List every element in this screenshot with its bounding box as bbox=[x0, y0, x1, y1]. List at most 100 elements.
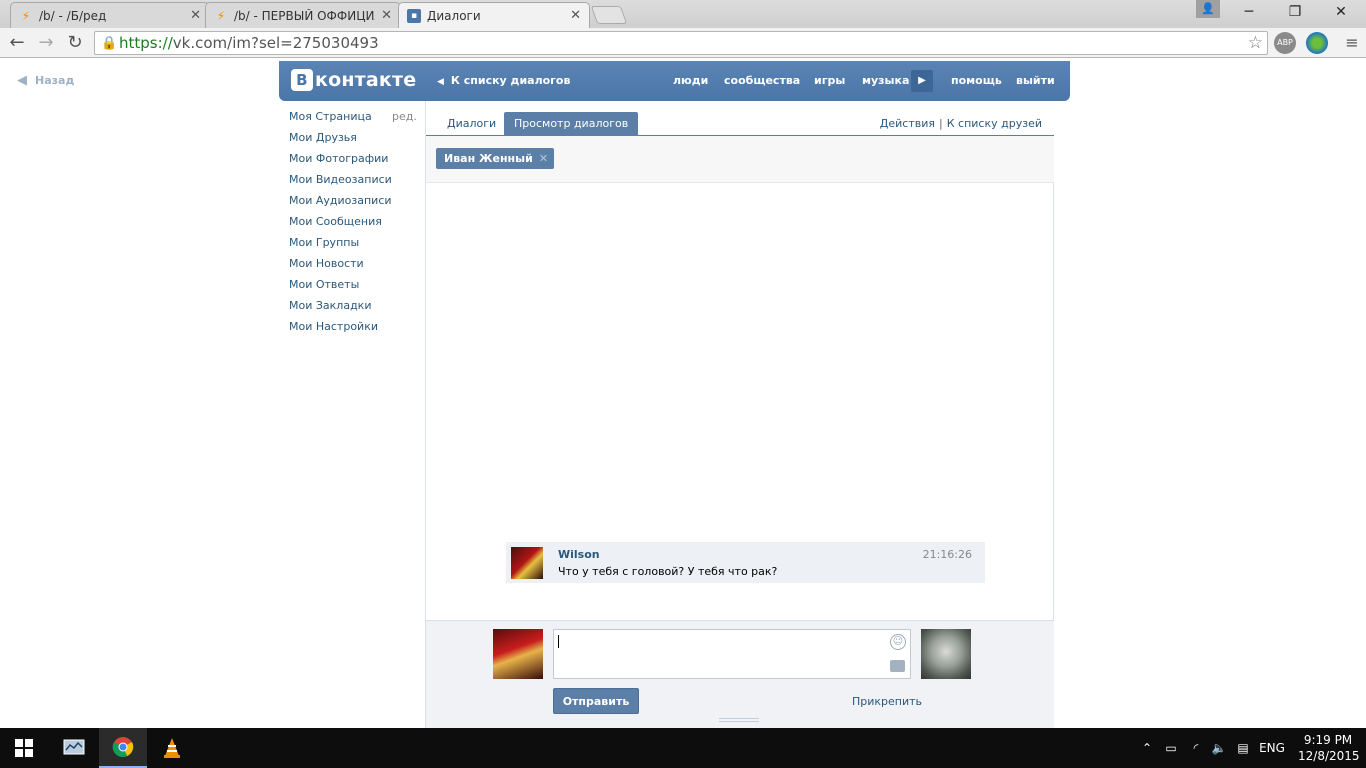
bolt-icon: ⚡ bbox=[21, 8, 31, 23]
chevron-up-icon[interactable]: ⌃ bbox=[1138, 728, 1156, 768]
nav-games[interactable]: игры bbox=[814, 74, 845, 87]
resize-handle[interactable] bbox=[719, 718, 759, 722]
clock[interactable]: 9:19 PM 12/8/2015 bbox=[1298, 732, 1360, 764]
nav-music[interactable]: музыка bbox=[862, 74, 909, 87]
back-to-dialogs-link[interactable]: ◀ К списку диалогов bbox=[437, 74, 570, 87]
message-composer: ☺ Отправить Прикрепить bbox=[426, 620, 1054, 728]
actions-links: Действия | К списку друзей bbox=[880, 117, 1042, 130]
close-window-button[interactable]: ✕ bbox=[1318, 0, 1364, 24]
browser-tab-1[interactable]: ⚡ /b/ - /Б/ред ✕ bbox=[10, 2, 210, 28]
nav-people[interactable]: люди bbox=[673, 74, 708, 87]
minimize-button[interactable]: ─ bbox=[1226, 0, 1272, 24]
address-bar[interactable]: 🔒 https://vk.com/im?sel=275030493 ☆ bbox=[94, 31, 1268, 55]
smiley-icon[interactable]: ☺ bbox=[890, 634, 906, 650]
avatar[interactable] bbox=[511, 547, 543, 579]
side-menu-item[interactable]: Мои Группы bbox=[289, 236, 419, 257]
side-menu-item[interactable]: Мои Друзья bbox=[289, 131, 419, 152]
vk-logo[interactable]: B контакте bbox=[291, 69, 416, 91]
peer-name: Иван Женный bbox=[444, 152, 533, 165]
side-menu-item[interactable]: Мои Настройки bbox=[289, 320, 419, 341]
browser-toolbar: ← → ↻ 🔒 https://vk.com/im?sel=275030493 … bbox=[0, 28, 1366, 58]
my-avatar[interactable] bbox=[493, 629, 543, 679]
side-menu-item[interactable]: Мои Новости bbox=[289, 257, 419, 278]
browser-tab-2[interactable]: ⚡ /b/ - ПЕРВЫЙ ОФФИЦИА ✕ bbox=[205, 2, 401, 28]
new-tab-button[interactable] bbox=[590, 6, 628, 24]
text-caret bbox=[558, 635, 559, 648]
tab-title: /b/ - ПЕРВЫЙ ОФФИЦИА bbox=[234, 8, 376, 23]
side-menu-item[interactable]: Моя Страница ред. bbox=[289, 110, 419, 131]
forward-arrow-icon[interactable]: → bbox=[35, 32, 57, 54]
back-arrow-icon[interactable]: ← bbox=[6, 32, 28, 54]
globe-extension-icon[interactable] bbox=[1306, 32, 1328, 54]
nav-logout[interactable]: выйти bbox=[1016, 74, 1055, 87]
side-menu-item[interactable]: Мои Видеозаписи bbox=[289, 173, 419, 194]
url-path: vk.com/im?sel=275030493 bbox=[172, 34, 379, 52]
peer-avatar[interactable] bbox=[921, 629, 971, 679]
send-button[interactable]: Отправить bbox=[553, 688, 639, 714]
message-time: 21:16:26 bbox=[922, 548, 972, 561]
side-menu-item[interactable]: Мои Аудиозаписи bbox=[289, 194, 419, 215]
nav-help[interactable]: помощь bbox=[951, 74, 1002, 87]
message-author[interactable]: Wilson bbox=[558, 548, 600, 561]
volume-icon[interactable]: 🔈 bbox=[1208, 728, 1230, 768]
message-item: Wilson Что у тебя с головой? У тебя что … bbox=[506, 542, 985, 583]
notifications-icon[interactable]: ▤ bbox=[1232, 728, 1254, 768]
task-manager-icon[interactable] bbox=[50, 728, 98, 768]
back-triangle-icon: ◀ bbox=[17, 73, 27, 88]
language-indicator[interactable]: ENG bbox=[1256, 728, 1288, 768]
adblock-icon[interactable]: ABP bbox=[1274, 32, 1296, 54]
power-icon[interactable]: ▭ bbox=[1160, 728, 1182, 768]
separator: | bbox=[939, 117, 943, 130]
vk-icon: ▪ bbox=[407, 8, 421, 23]
profile-icon[interactable]: 👤 bbox=[1196, 0, 1220, 18]
friends-list-link[interactable]: К списку друзей bbox=[947, 117, 1042, 130]
play-icon[interactable]: ▶ bbox=[911, 70, 933, 92]
peer-chip[interactable]: Иван Женный ✕ bbox=[436, 148, 555, 169]
taskbar: ⌃ ▭ ◜ 🔈 ▤ ENG 9:19 PM 12/8/2015 bbox=[0, 728, 1366, 768]
vk-logo-text: контакте bbox=[315, 69, 417, 91]
back-link[interactable]: ◀ Назад bbox=[17, 73, 74, 88]
side-menu: Моя Страница ред. Мои Друзья Мои Фотограф… bbox=[289, 110, 419, 341]
restore-button[interactable]: ❐ bbox=[1272, 0, 1318, 24]
lock-icon: 🔒 bbox=[101, 36, 118, 51]
dialog-panel: Диалоги Просмотр диалогов Действия | К спи… bbox=[425, 101, 1054, 728]
tab-dialogs[interactable]: Диалоги bbox=[437, 112, 506, 136]
tab-title: /b/ - /Б/ред bbox=[39, 8, 107, 23]
camera-icon[interactable] bbox=[890, 660, 905, 672]
side-menu-label: Моя Страница bbox=[289, 110, 372, 123]
tab-title: Диалоги bbox=[427, 8, 481, 23]
clock-time: 9:19 PM bbox=[1303, 733, 1353, 747]
chrome-menu-icon[interactable]: ≡ bbox=[1344, 33, 1360, 52]
side-menu-item[interactable]: Мои Закладки bbox=[289, 299, 419, 320]
back-link-label: Назад bbox=[35, 74, 75, 87]
close-tab-icon[interactable]: ✕ bbox=[190, 8, 201, 23]
actions-link[interactable]: Действия bbox=[880, 117, 935, 130]
remove-peer-icon[interactable]: ✕ bbox=[539, 148, 548, 169]
chrome-icon[interactable] bbox=[99, 728, 147, 768]
attach-link[interactable]: Прикрепить bbox=[852, 695, 922, 708]
peer-bar: Иван Женный ✕ bbox=[426, 136, 1054, 183]
page: ◀ Назад B контакте ◀ К списку диалогов лю… bbox=[0, 59, 1366, 728]
reload-icon[interactable]: ↻ bbox=[64, 32, 86, 54]
browser-tab-3[interactable]: ▪ Диалоги ✕ bbox=[398, 2, 590, 28]
side-menu-item[interactable]: Мои Сообщения bbox=[289, 215, 419, 236]
wifi-icon[interactable]: ◜ bbox=[1185, 728, 1207, 768]
message-input[interactable]: ☺ bbox=[553, 629, 911, 679]
side-menu-item[interactable]: Мои Ответы bbox=[289, 278, 419, 299]
vlc-icon[interactable] bbox=[148, 728, 196, 768]
message-text: Что у тебя с головой? У тебя что рак? bbox=[558, 565, 778, 578]
tab-view-dialogs[interactable]: Просмотр диалогов bbox=[504, 112, 639, 136]
side-menu-item[interactable]: Мои Фотографии bbox=[289, 152, 419, 173]
close-tab-icon[interactable]: ✕ bbox=[570, 8, 581, 23]
url-scheme: https:// bbox=[119, 34, 173, 52]
bolt-icon: ⚡ bbox=[216, 8, 226, 23]
windows-start-icon[interactable] bbox=[0, 728, 48, 768]
dialog-tabs: Диалоги Просмотр диалогов Действия | К спи… bbox=[426, 101, 1054, 136]
left-triangle-icon: ◀ bbox=[437, 77, 444, 87]
back-to-dialogs-label: К списку диалогов bbox=[450, 74, 571, 87]
edit-link[interactable]: ред. bbox=[392, 110, 417, 124]
bookmark-star-icon[interactable]: ☆ bbox=[1248, 33, 1263, 53]
close-tab-icon[interactable]: ✕ bbox=[381, 8, 392, 23]
clock-date: 12/8/2015 bbox=[1298, 749, 1360, 763]
nav-communities[interactable]: сообщества bbox=[724, 74, 800, 87]
